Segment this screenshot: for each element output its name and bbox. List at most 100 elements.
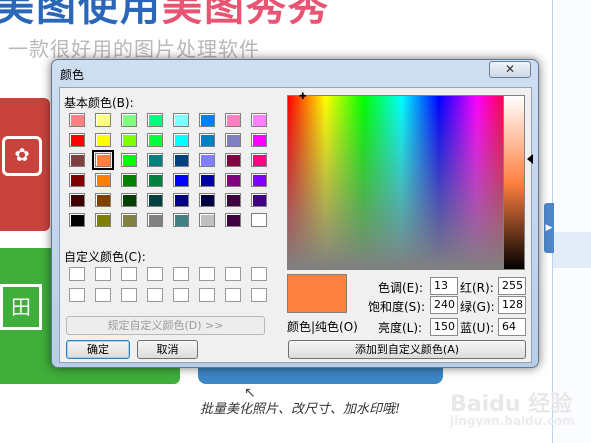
watermark: Baidu 经验 jingyan.baidu.com [450,392,575,428]
custom-color-slot[interactable] [251,267,267,281]
color-swatch[interactable] [147,213,163,227]
custom-color-slot[interactable] [69,288,85,302]
basic-colors-label: 基本颜色(B): [64,96,134,110]
color-swatch[interactable] [95,173,111,187]
color-swatch[interactable] [173,153,189,167]
color-swatch[interactable] [147,193,163,207]
custom-color-slot[interactable] [121,288,137,302]
custom-color-slot[interactable] [199,267,215,281]
color-swatch[interactable] [251,133,267,147]
red-label: 红(R): [460,281,494,295]
saturation-field[interactable]: 240 [430,296,458,314]
luminance-arrow-icon[interactable] [527,154,533,164]
handwritten-note: 批量美化照片、改尺寸、加水印哦! [200,402,401,417]
color-swatch[interactable] [121,193,137,207]
color-swatch[interactable] [251,193,267,207]
custom-color-slot[interactable] [225,288,241,302]
red-field[interactable]: 255 [498,277,526,295]
custom-color-slot[interactable] [199,288,215,302]
custom-color-slot[interactable] [147,267,163,281]
color-swatch[interactable] [92,150,114,170]
color-preview [287,274,347,313]
luminance-field[interactable]: 150 [430,318,458,336]
color-swatch[interactable] [251,213,267,227]
color-swatch[interactable] [173,193,189,207]
color-swatch[interactable] [225,173,241,187]
close-button[interactable]: ✕ [489,61,531,78]
color-swatch[interactable] [121,173,137,187]
custom-color-slot[interactable] [69,267,85,281]
color-swatch[interactable] [121,213,137,227]
color-swatch[interactable] [95,113,111,127]
color-swatch[interactable] [199,173,215,187]
color-swatch[interactable] [251,153,267,167]
color-swatch[interactable] [147,133,163,147]
hue-label: 色调(E): [378,281,423,295]
color-swatch[interactable] [199,213,215,227]
color-swatch[interactable] [121,113,137,127]
color-swatch[interactable] [69,153,85,167]
ok-button[interactable]: 确定 [66,340,130,359]
app-title: 美图使用美图秀秀 [0,0,330,30]
custom-color-slot[interactable] [225,267,241,281]
side-expand-tab[interactable]: ▶ [544,203,554,253]
color-swatch[interactable] [121,133,137,147]
custom-color-slot[interactable] [251,288,267,302]
grid-icon: 田 [0,284,42,330]
color-solid-label: 颜色|纯色(O) [287,320,358,334]
color-dialog: 颜色 ✕ 基本颜色(B): 自定义颜色(C): 规定自定义颜色(D) >> 确定… [51,59,539,368]
color-swatch[interactable] [121,153,137,167]
color-swatch[interactable] [69,133,85,147]
custom-color-slot[interactable] [173,288,189,302]
custom-color-slot[interactable] [121,267,137,281]
color-swatch[interactable] [147,173,163,187]
green-label: 绿(G): [460,300,495,314]
color-swatch[interactable] [225,113,241,127]
color-swatch[interactable] [199,133,215,147]
green-field[interactable]: 128 [498,296,526,314]
color-swatch[interactable] [147,153,163,167]
color-swatch[interactable] [199,113,215,127]
crosshair-icon: ✚ [299,92,307,102]
color-swatch[interactable] [95,193,111,207]
custom-colors-label: 自定义颜色(C): [64,250,146,264]
custom-color-slot[interactable] [95,267,111,281]
custom-color-slot[interactable] [95,288,111,302]
color-swatch[interactable] [225,153,241,167]
custom-color-slot[interactable] [173,267,189,281]
color-swatch[interactable] [147,113,163,127]
color-swatch[interactable] [69,193,85,207]
color-swatch[interactable] [173,113,189,127]
color-spectrum[interactable] [287,95,516,270]
app-subtitle: 一款很好用的图片处理软件 [8,37,260,61]
chevron-right-icon: ▶ [545,223,553,233]
color-swatch[interactable] [199,193,215,207]
saturation-label: 饱和度(S): [368,300,426,314]
blue-field[interactable]: 64 [498,318,526,336]
custom-color-slot[interactable] [147,288,163,302]
color-swatch[interactable] [225,193,241,207]
dialog-title: 颜色 [60,68,85,82]
color-swatch[interactable] [225,133,241,147]
color-swatch[interactable] [173,173,189,187]
flower-icon: ✿ [2,136,42,176]
blue-label: 蓝(U): [460,321,495,335]
color-swatch[interactable] [69,113,85,127]
luminance-slider[interactable] [503,95,525,270]
define-custom-colors-button[interactable]: 规定自定义颜色(D) >> [66,316,265,335]
color-swatch[interactable] [225,213,241,227]
color-swatch[interactable] [95,133,111,147]
color-swatch[interactable] [69,213,85,227]
color-swatch[interactable] [199,153,215,167]
feature-tile-red[interactable]: ✿ [0,98,50,231]
color-swatch[interactable] [69,173,85,187]
right-panel-highlight [553,232,591,268]
color-swatch[interactable] [251,173,267,187]
color-swatch[interactable] [251,113,267,127]
cancel-button[interactable]: 取消 [137,340,198,359]
color-swatch[interactable] [95,213,111,227]
hue-field[interactable]: 13 [430,277,458,295]
color-swatch[interactable] [173,213,189,227]
add-to-custom-colors-button[interactable]: 添加到自定义颜色(A) [288,340,526,359]
color-swatch[interactable] [173,133,189,147]
